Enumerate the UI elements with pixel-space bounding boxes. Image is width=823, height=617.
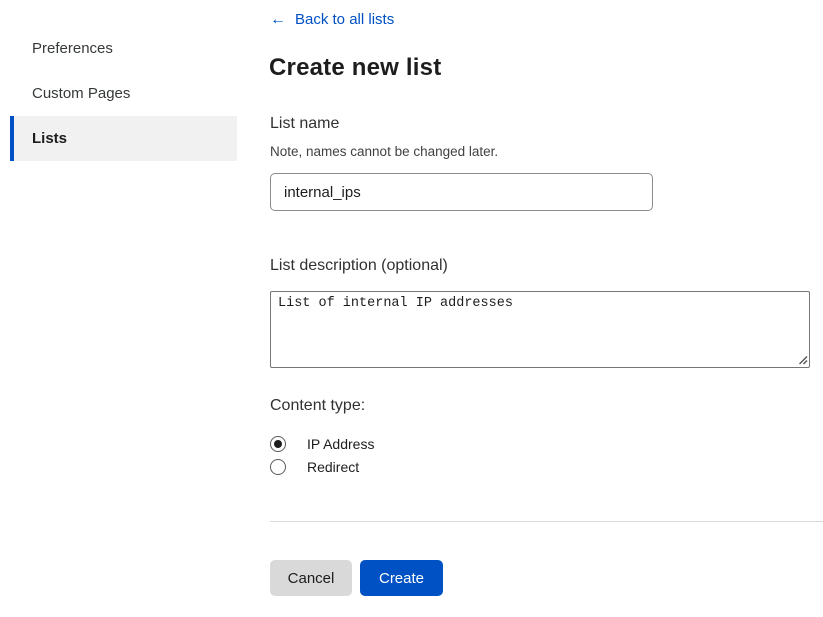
- content-type-label: Content type:: [270, 397, 365, 415]
- sidebar-item-label: Custom Pages: [32, 85, 130, 102]
- sidebar-nav: Preferences Custom Pages Lists: [10, 26, 237, 161]
- radio-option-label: IP Address: [307, 436, 374, 452]
- sidebar-item-custom-pages[interactable]: Custom Pages: [10, 71, 237, 116]
- list-name-note: Note, names cannot be changed later.: [270, 144, 498, 159]
- radio-option-ip-address[interactable]: IP Address: [270, 432, 374, 455]
- back-to-all-lists-link[interactable]: ← Back to all lists: [270, 11, 394, 28]
- list-name-input[interactable]: [270, 173, 653, 211]
- sidebar-item-lists[interactable]: Lists: [10, 116, 237, 161]
- list-description-label: List description (optional): [270, 257, 448, 275]
- list-description-textarea[interactable]: List of internal IP addresses: [270, 291, 810, 368]
- page-title: Create new list: [269, 54, 441, 82]
- radio-button-icon[interactable]: [270, 459, 286, 475]
- sidebar-item-preferences[interactable]: Preferences: [10, 26, 237, 71]
- list-name-label: List name: [270, 115, 339, 133]
- radio-option-redirect[interactable]: Redirect: [270, 455, 374, 478]
- sidebar-item-label: Preferences: [32, 40, 113, 57]
- sidebar-item-label: Lists: [32, 130, 67, 147]
- content-type-radio-group: IP Address Redirect: [270, 432, 374, 478]
- settings-page: Preferences Custom Pages Lists ← Back to…: [0, 0, 823, 617]
- section-divider: [270, 521, 823, 522]
- radio-button-icon[interactable]: [270, 436, 286, 452]
- back-link-label: Back to all lists: [295, 11, 394, 28]
- create-button[interactable]: Create: [360, 560, 443, 596]
- radio-option-label: Redirect: [307, 459, 359, 475]
- back-arrow-icon: ←: [270, 12, 286, 28]
- textarea-resize-handle-icon[interactable]: [797, 354, 808, 365]
- cancel-button[interactable]: Cancel: [270, 560, 352, 596]
